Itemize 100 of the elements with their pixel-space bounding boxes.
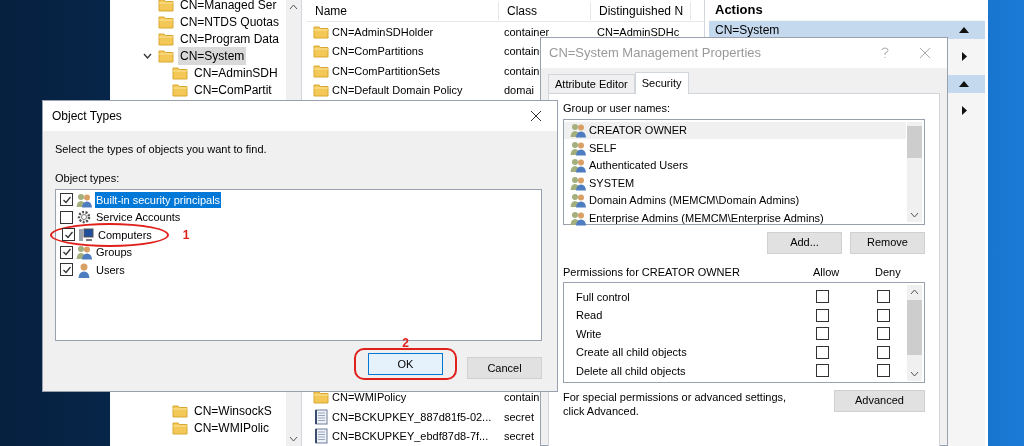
list-item-name[interactable]: CN=ComPartitions (332, 43, 424, 60)
principal-item[interactable]: CREATOR OWNER (564, 121, 906, 139)
dialog-title: Object Types (52, 108, 122, 125)
principal-item[interactable]: SELF (564, 139, 906, 157)
checked-checkbox[interactable] (60, 245, 73, 259)
principal-item[interactable]: Enterprise Admins (MEMCM\Enterprise Admins) (564, 209, 906, 227)
annotation-number: 1 (182, 226, 190, 244)
checked-checkbox[interactable] (60, 263, 73, 277)
submenu-arrow-icon[interactable] (962, 52, 967, 61)
object-type-item[interactable]: Groups (95, 244, 134, 261)
list-item-name[interactable]: CN=Default Domain Policy (332, 82, 463, 99)
expanded-chevron-icon[interactable] (143, 52, 152, 59)
instruction-text: Select the types of objects you want to find. (55, 142, 268, 157)
tab[interactable]: Security (634, 72, 689, 94)
checkbox[interactable] (816, 290, 829, 304)
checkbox[interactable] (877, 364, 890, 378)
permission-name: Read (576, 308, 604, 323)
checkbox[interactable] (877, 327, 890, 341)
table-cell: contain (504, 64, 540, 77)
scroll-up-icon[interactable] (289, 4, 298, 10)
checkbox[interactable] (877, 290, 890, 304)
tree-item[interactable]: CN=System (178, 46, 247, 65)
action-section-header[interactable]: CN=System (709, 21, 985, 39)
checkbox[interactable] (60, 210, 73, 224)
collapse-icon[interactable] (959, 81, 969, 87)
tree-item[interactable]: CN=AdminSDH (192, 63, 280, 82)
folder-icon (313, 389, 329, 406)
tab[interactable]: Attribute Editor (548, 74, 635, 93)
checkbox[interactable] (816, 345, 829, 359)
checkbox[interactable] (877, 345, 890, 359)
folder-icon (313, 23, 329, 40)
object-type-item[interactable]: Service Accounts (95, 209, 182, 226)
tree-item[interactable]: CN=Program Data (178, 29, 282, 48)
table-cell: secret (504, 410, 534, 423)
user-group-icon (570, 209, 586, 226)
list-item-name[interactable]: CN=ComPartitionSets (332, 62, 440, 79)
column-header: Deny (875, 265, 901, 281)
scroll-thumb[interactable] (907, 300, 922, 355)
tree-item[interactable]: CN=WMIPolic (192, 418, 271, 437)
advanced-hint: For special permissions or advanced settings, click Advanced. (563, 389, 788, 418)
folder-icon (313, 62, 329, 79)
tree-item[interactable]: CN=Managed Ser (178, 0, 279, 14)
scroll-down-icon[interactable] (910, 370, 919, 377)
scrollbar[interactable] (907, 284, 922, 381)
checked-checkbox[interactable] (62, 228, 75, 242)
scroll-up-icon[interactable] (910, 288, 919, 295)
user-group-icon (570, 192, 586, 209)
checkbox[interactable] (816, 364, 829, 378)
dialog-button[interactable]: Remove (850, 231, 925, 254)
object-type-item[interactable]: Computers (97, 226, 153, 243)
notebook-icon (313, 428, 329, 445)
scrollbar[interactable] (907, 121, 922, 222)
column-header[interactable]: Class (507, 3, 537, 18)
table-cell: secret (504, 430, 534, 442)
table-cell: contain (504, 391, 540, 403)
folder-icon (158, 13, 174, 30)
checkbox[interactable] (877, 308, 890, 322)
list-item-name[interactable]: CN=BCKUPKEY_ebdf87d8-7f... (332, 428, 489, 445)
permission-name: Delete all child objects (576, 363, 687, 379)
object-type-item[interactable]: Built-in security principals (95, 191, 222, 208)
list-label: Object types: (55, 170, 121, 186)
dialog-button[interactable]: Cancel (467, 357, 542, 379)
principal-item[interactable]: Authenticated Users (564, 156, 906, 174)
scroll-down-icon[interactable] (289, 436, 298, 442)
folder-icon (158, 47, 174, 64)
folder-icon (172, 419, 188, 436)
user-group-icon (570, 139, 586, 156)
checkbox[interactable] (816, 308, 829, 322)
dialog-title: CN=System Management Properties (549, 44, 762, 63)
object-type-item[interactable]: Users (95, 261, 126, 278)
column-header: Allow (813, 265, 841, 281)
permission-name: Create all child objects (576, 345, 688, 360)
notebook-icon (313, 408, 329, 425)
computer-icon (78, 226, 94, 243)
list-item-name[interactable]: CN=BCKUPKEY_887d81f5-02... (332, 408, 492, 425)
user-group-icon (570, 174, 586, 191)
dialog-button[interactable]: Add... (767, 231, 842, 254)
folder-icon (158, 30, 174, 47)
collapse-icon[interactable] (959, 27, 969, 33)
scroll-down-icon[interactable] (910, 211, 919, 218)
list-item-name[interactable]: CN=WMIPolicy (332, 389, 407, 406)
principal-item[interactable]: SYSTEM (564, 174, 906, 192)
advanced-button[interactable]: Advanced (834, 389, 925, 412)
checked-checkbox[interactable] (60, 193, 73, 207)
tree-item[interactable]: CN=ComPartit (192, 80, 274, 99)
folder-icon (172, 64, 188, 81)
list-item-name[interactable]: CN=AdminSDHolder (332, 23, 434, 40)
tree-item[interactable]: CN=NTDS Quotas (178, 12, 282, 31)
dialog-button[interactable]: OK (368, 353, 443, 375)
checkbox[interactable] (816, 327, 829, 341)
scroll-thumb[interactable] (907, 125, 922, 158)
column-header[interactable]: Distinguished N (599, 3, 684, 18)
user-icon (76, 261, 92, 278)
annotation-number: 2 (402, 336, 409, 350)
principal-item[interactable]: Domain Admins (MEMCM\Domain Admins) (564, 191, 906, 209)
tree-item[interactable]: CN=WinsockS (192, 401, 274, 420)
close-icon[interactable] (530, 110, 542, 122)
folder-icon (172, 402, 188, 419)
column-header[interactable]: Name (315, 3, 347, 18)
submenu-arrow-icon[interactable] (962, 106, 967, 115)
